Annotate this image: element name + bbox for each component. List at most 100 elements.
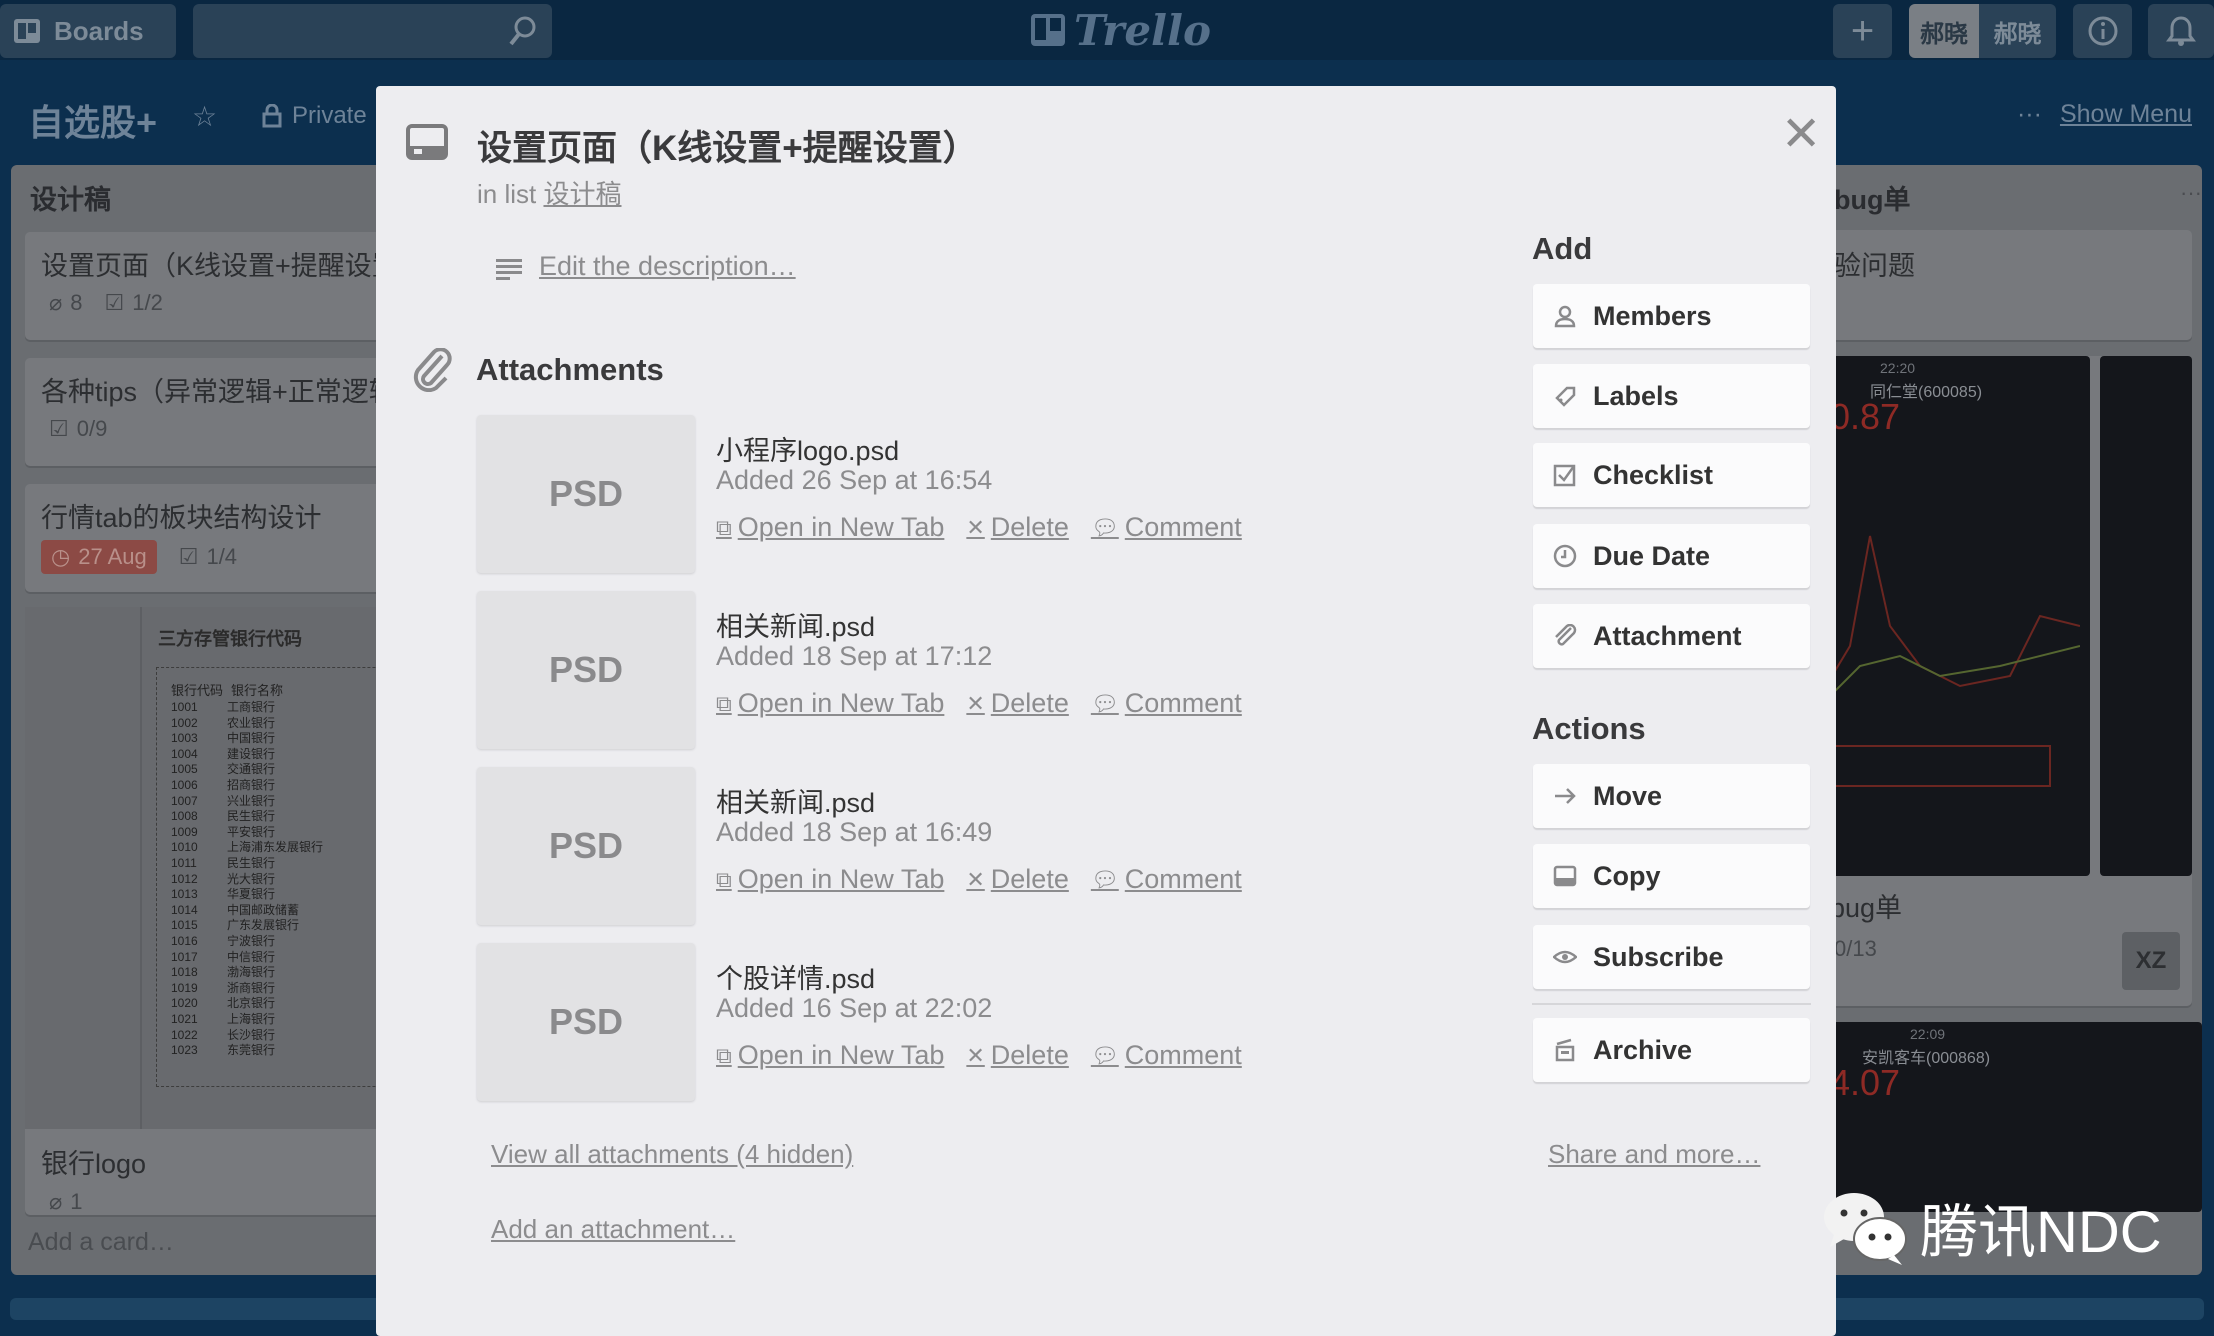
attachment-button[interactable]: Attachment: [1533, 604, 1810, 668]
attachment-count: 8: [70, 290, 83, 315]
list-title: bug单: [1834, 185, 1911, 215]
open-in-new-tab-link[interactable]: ⧉ Open in New Tab: [716, 1040, 944, 1071]
view-all-attachments-link[interactable]: View all attachments (4 hidden): [491, 1139, 853, 1170]
avatar[interactable]: 郝晓: [1909, 4, 1979, 58]
button-label: Attachment: [1593, 620, 1742, 651]
star-icon[interactable]: ☆: [192, 100, 217, 133]
kline-chart: [1820, 535, 2080, 787]
column-header: 银行代码: [171, 683, 224, 698]
card-icon: [406, 124, 448, 160]
comment-link[interactable]: 💬︎ Comment: [1091, 864, 1242, 895]
show-menu-button[interactable]: ··· Show Menu: [2017, 100, 2192, 129]
move-button[interactable]: Move: [1533, 764, 1810, 828]
card-cover-image[interactable]: 22:09 安凯客车(000868) 4.07: [1790, 1022, 2202, 1212]
button-label: Due Date: [1593, 540, 1711, 571]
card[interactable]: 验问题: [1790, 230, 2192, 340]
subscribe-button[interactable]: Subscribe: [1533, 925, 1810, 989]
due-date-button[interactable]: Due Date: [1533, 524, 1810, 588]
bank-table-row: 1013 华夏银行: [171, 885, 275, 902]
paperclip-icon: ⌀: [49, 1189, 63, 1214]
bank-table-row: 1002 农业银行: [171, 714, 275, 731]
bank-name: 中国邮政储蓄: [227, 902, 300, 917]
attachment-name: 小程序logo.psd: [716, 436, 900, 466]
attachment-thumbnail[interactable]: PSD: [477, 591, 695, 749]
archive-button[interactable]: Archive: [1533, 1018, 1810, 1082]
trello-wordmark: Trello: [1074, 5, 1211, 55]
button-label: Checklist: [1593, 459, 1714, 490]
attachment-thumbnail[interactable]: PSD: [477, 943, 695, 1101]
visibility-button[interactable]: Private: [262, 102, 367, 130]
delete-link[interactable]: ✕ Delete: [966, 1040, 1068, 1071]
button-label: Labels: [1593, 380, 1679, 411]
stock-price: 4.07: [1830, 1062, 1901, 1103]
list-link[interactable]: 设计稿: [543, 179, 621, 209]
comment-icon: 💬︎: [1090, 1042, 1119, 1068]
bank-table-row: 1023 东莞银行: [171, 1041, 275, 1058]
comment-link[interactable]: 💬︎ Comment: [1091, 512, 1242, 543]
add-card-button[interactable]: Add a card…: [28, 1228, 174, 1257]
bank-table-row: 1014 中国邮政储蓄: [171, 901, 299, 918]
boards-button[interactable]: Boards: [0, 4, 176, 58]
open-in-new-tab-link[interactable]: ⧉ Open in New Tab: [716, 864, 944, 895]
bank-name: 北京银行: [227, 996, 276, 1011]
bank-code: 1001: [171, 700, 198, 714]
trello-logo[interactable]: Trello: [1030, 5, 1211, 55]
attachment-thumbnail[interactable]: PSD: [477, 767, 695, 925]
labels-button[interactable]: Labels: [1533, 364, 1810, 428]
bell-icon: [2166, 16, 2196, 46]
button-label: Subscribe: [1593, 941, 1724, 972]
bank-table-row: 1017 中信银行: [171, 948, 275, 965]
delete-link[interactable]: ✕ Delete: [966, 864, 1068, 895]
info-button[interactable]: [2073, 4, 2132, 58]
phone-time: 22:09: [1910, 1026, 1946, 1042]
checklist-button[interactable]: Checklist: [1533, 443, 1810, 507]
comment-link[interactable]: 💬︎ Comment: [1091, 1040, 1242, 1071]
search-input[interactable]: [193, 4, 552, 58]
bank-table-row: 1006 招商银行: [171, 776, 275, 793]
card[interactable]: 22:20 同仁堂(600085) 0.87 bug单 0/13 XZ: [1790, 356, 2192, 1006]
x-icon: ✕: [966, 690, 985, 716]
card-icon: [1553, 865, 1577, 887]
paperclip-icon: [1555, 624, 1577, 646]
lock-icon: [262, 104, 282, 128]
list-menu-icon[interactable]: ···: [2180, 180, 2202, 206]
members-button[interactable]: Members: [1533, 284, 1810, 348]
attachment-item: PSD 相关新闻.psd Added 18 Sep at 17:12 ⧉ Open in…: [376, 591, 1476, 751]
bank-code: 1016: [171, 934, 198, 948]
edit-description-link[interactable]: Edit the description…: [539, 251, 796, 282]
user-name-button[interactable]: 郝晓: [1979, 4, 2056, 58]
due-date-badge: ◷ 27 Aug: [41, 540, 157, 574]
add-attachment-link[interactable]: Add an attachment…: [491, 1214, 735, 1245]
checkbox-icon: [1553, 464, 1576, 487]
card-title[interactable]: 设置页面（K线设置+提醒设置）: [477, 120, 978, 171]
attachment-name: 相关新闻.psd: [716, 788, 876, 818]
comment-link-label: Comment: [1124, 512, 1242, 542]
bank-code: 1008: [171, 809, 198, 824]
close-icon[interactable]: ✕: [1781, 106, 1821, 162]
column-header: 银行名称: [231, 683, 284, 698]
bank-code: 1005: [171, 762, 198, 777]
bank-name: 工商银行: [227, 700, 276, 714]
board-title[interactable]: 自选股+: [28, 94, 157, 146]
phone-time: 22:20: [1880, 360, 1916, 376]
comment-link[interactable]: 💬︎ Comment: [1091, 688, 1242, 719]
bank-code: 1019: [171, 980, 198, 995]
open-in-new-tab-link[interactable]: ⧉ Open in New Tab: [716, 688, 944, 719]
bank-code: 1018: [171, 965, 198, 980]
checklist-icon: ☑: [178, 544, 199, 569]
member-avatar[interactable]: XZ: [2122, 932, 2180, 990]
copy-button[interactable]: Copy: [1533, 844, 1810, 908]
delete-link[interactable]: ✕ Delete: [966, 512, 1068, 543]
attachment-thumbnail[interactable]: PSD: [477, 415, 695, 573]
delete-link[interactable]: ✕ Delete: [966, 688, 1068, 719]
add-button[interactable]: +: [1833, 4, 1892, 58]
description-icon: [496, 259, 522, 280]
trello-logo-icon: [1031, 14, 1065, 46]
bank-name: 农业银行: [227, 715, 276, 730]
bank-code: 1002: [171, 715, 198, 730]
notifications-button[interactable]: [2148, 4, 2214, 58]
bank-table-row: 1011 民生银行: [171, 854, 275, 871]
open-in-new-tab-link[interactable]: ⧉ Open in New Tab: [716, 512, 944, 543]
bank-code: 1011: [171, 856, 197, 870]
share-and-more-link[interactable]: Share and more…: [1548, 1139, 1760, 1170]
